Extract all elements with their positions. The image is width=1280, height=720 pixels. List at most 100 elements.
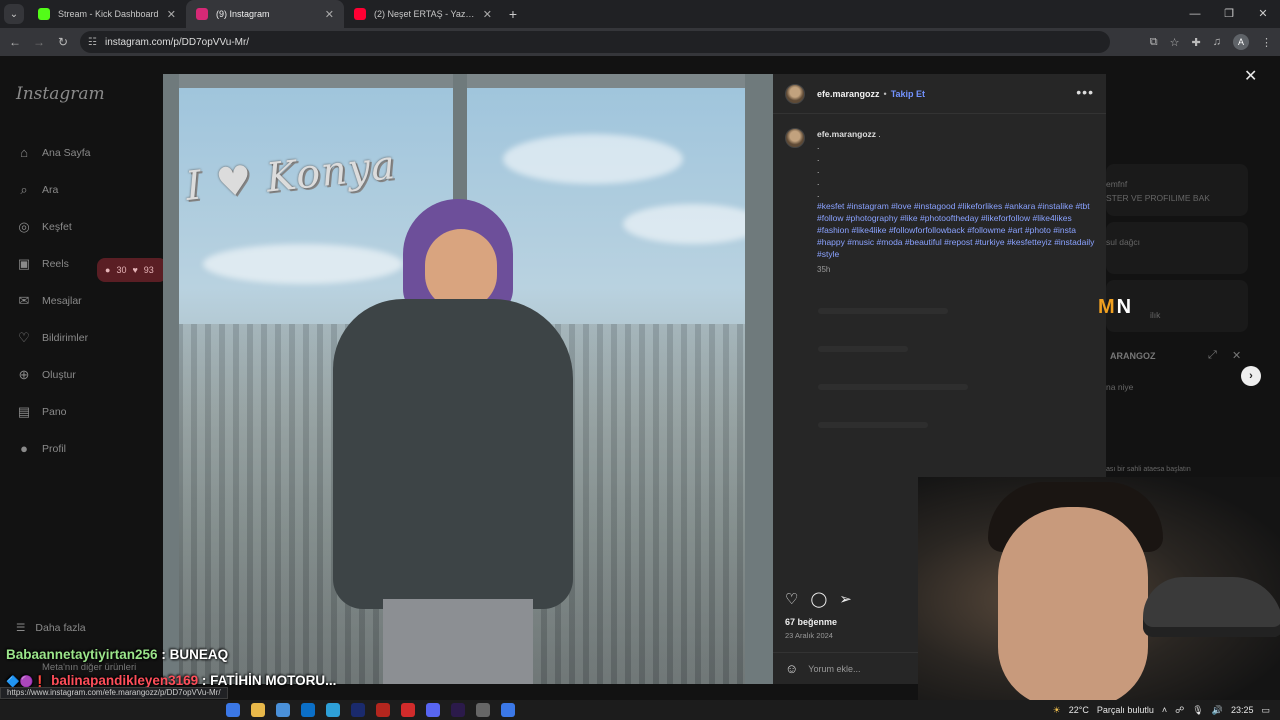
- install-app-icon[interactable]: ⧉: [1150, 36, 1158, 49]
- sidebar-item-messenger[interactable]: ✉ Mesajlar: [16, 282, 90, 319]
- close-tab-icon[interactable]: ✕: [483, 8, 492, 21]
- menu-dots-icon[interactable]: ⋮: [1261, 36, 1272, 49]
- screen: ⌄ Stream - Kick Dashboard ✕ (9) Instagra…: [0, 0, 1280, 720]
- avatar[interactable]: [785, 83, 805, 104]
- file-explorer-icon[interactable]: [251, 703, 265, 717]
- tab-kick-dashboard[interactable]: Stream - Kick Dashboard ✕: [28, 0, 186, 28]
- sidebar-item-reels[interactable]: ▣ Reels: [16, 245, 90, 282]
- sidebar-item-dashboard[interactable]: ▤ Pano: [16, 393, 90, 430]
- edge-icon[interactable]: [326, 703, 340, 717]
- close-window-icon[interactable]: ✕: [1246, 0, 1280, 28]
- heart-icon: ♥: [132, 265, 138, 275]
- site-info-icon[interactable]: ☷: [88, 37, 97, 48]
- network-icon[interactable]: ☍: [1175, 705, 1184, 716]
- sidebar-item-search[interactable]: ⌕ Ara: [16, 171, 90, 208]
- like-count: 93: [143, 265, 154, 275]
- like-heart-icon[interactable]: ♡: [785, 590, 798, 608]
- post-actions: ♡ ◯ ➢: [785, 590, 852, 608]
- sidebar-item-home[interactable]: ⌂ Ana Sayfa: [16, 134, 90, 171]
- close-tab-icon[interactable]: ✕: [325, 8, 334, 21]
- reload-icon[interactable]: ↻: [51, 35, 75, 49]
- instagram-favicon-icon: [196, 8, 208, 20]
- close-popup-icon[interactable]: ✕: [1232, 349, 1241, 362]
- profile-icon: ●: [20, 441, 28, 456]
- tab-instagram[interactable]: (9) Instagram ✕: [186, 0, 344, 28]
- illustrator-icon[interactable]: [376, 703, 390, 717]
- weather-desc[interactable]: Parçalı bulutlu: [1097, 705, 1154, 715]
- new-tab-button[interactable]: +: [502, 6, 524, 22]
- clock-time[interactable]: 23:25: [1231, 705, 1254, 715]
- heart-icon: ♡: [18, 329, 30, 345]
- more-options-icon[interactable]: •••: [1076, 84, 1094, 100]
- window-frame: [163, 74, 179, 684]
- post-photo[interactable]: I ♥ Konya: [163, 74, 773, 684]
- kick-favicon-icon: [38, 8, 50, 20]
- weather-icon[interactable]: ☀: [1053, 705, 1061, 716]
- share-send-icon[interactable]: ➢: [839, 590, 852, 608]
- tray-overflow-icon[interactable]: ˄: [1162, 705, 1167, 715]
- sidebar-item-label: Ana Sayfa: [42, 146, 91, 159]
- chrome-window-icon[interactable]: [501, 703, 515, 717]
- forward-arrow-icon[interactable]: →: [27, 35, 51, 49]
- sidebar-item-heart[interactable]: ♡ Bildirimler: [16, 319, 90, 356]
- follow-button[interactable]: Takip Et: [891, 89, 925, 99]
- window-controls: — ❐ ✕: [1178, 0, 1280, 28]
- like-count[interactable]: 67 beğenme: [785, 617, 837, 627]
- next-post-arrow-icon[interactable]: ›: [1241, 366, 1261, 386]
- tab-search-button[interactable]: ⌄: [4, 4, 24, 24]
- sidebar-item-label: Oluştur: [42, 368, 76, 381]
- expand-icon[interactable]: ⤢: [1208, 349, 1217, 362]
- taskbar-apps: [226, 703, 515, 717]
- caption-hashtags[interactable]: #kesfet #instagram #love #instagood #lik…: [817, 200, 1095, 260]
- outlook-icon[interactable]: [301, 703, 315, 717]
- address-bar[interactable]: ☷ instagram.com/p/DD7opVVu-Mr/: [80, 31, 1110, 53]
- back-arrow-icon[interactable]: ←: [3, 35, 27, 49]
- caption-username[interactable]: efe.marangozz: [817, 129, 876, 139]
- close-modal-icon[interactable]: ✕: [1244, 66, 1257, 86]
- chat-separator: :: [157, 647, 170, 662]
- post-username[interactable]: efe.marangozz: [817, 89, 880, 99]
- chat-username: Babaannetaytiyirtan256: [6, 647, 158, 662]
- avatar[interactable]: [785, 128, 805, 148]
- streamer-face: [998, 507, 1148, 700]
- chat-text: emfnf: [1106, 179, 1128, 189]
- premiere-icon[interactable]: [451, 703, 465, 717]
- restore-icon[interactable]: ❐: [1212, 0, 1246, 28]
- bookmark-star-icon[interactable]: ☆: [1170, 36, 1180, 49]
- photoshop-icon[interactable]: [351, 703, 365, 717]
- chat-text: sul dağcı: [1106, 237, 1141, 247]
- profile-avatar[interactable]: A: [1233, 34, 1249, 50]
- system-tray: ☀ 22°C Parçalı bulutlu ˄ ☍ 🎙 🔊 23:25 ▭: [1053, 700, 1270, 720]
- more-menu-item[interactable]: ☰ Daha fazla: [16, 622, 86, 634]
- cloud: [623, 204, 763, 244]
- chat-separator: :: [198, 673, 211, 688]
- sidebar-item-label: Keşfet: [42, 220, 72, 233]
- instagram-logo[interactable]: Instagram: [16, 84, 105, 104]
- caption-dot: .: [817, 153, 820, 163]
- notification-icon[interactable]: ▭: [1261, 705, 1270, 716]
- calculator-icon[interactable]: [276, 703, 290, 717]
- comment-bubble-icon[interactable]: ◯: [810, 590, 827, 608]
- chevron-down-icon: ⌄: [9, 8, 19, 20]
- chrome-app-icon[interactable]: [226, 703, 240, 717]
- obs-icon[interactable]: [476, 703, 490, 717]
- extensions-icon[interactable]: ✚: [1192, 36, 1201, 49]
- background-car: [1143, 577, 1280, 637]
- sidebar-item-profile[interactable]: ● Profil: [16, 430, 90, 467]
- media-control-icon[interactable]: ♫: [1213, 36, 1221, 48]
- browser-tab-strip: ⌄ Stream - Kick Dashboard ✕ (9) Instagra…: [0, 0, 1280, 28]
- microphone-icon[interactable]: 🎙: [1192, 705, 1203, 716]
- face: [425, 229, 497, 309]
- caption-dot: .: [817, 177, 820, 187]
- discord-icon[interactable]: [426, 703, 440, 717]
- sidebar-item-label: Pano: [42, 405, 67, 418]
- minimize-icon[interactable]: —: [1178, 0, 1212, 28]
- close-tab-icon[interactable]: ✕: [167, 8, 176, 21]
- sidebar-item-compass[interactable]: ◎ Keşfet: [16, 208, 90, 245]
- sidebar-item-plus[interactable]: ⊕ Oluştur: [16, 356, 90, 393]
- weather-temp[interactable]: 22°C: [1069, 705, 1089, 715]
- media-app-icon[interactable]: [401, 703, 415, 717]
- tab-youtube[interactable]: (2) Neşet ERTAŞ - Yazımı Kışa Ç ✕: [344, 0, 502, 28]
- emoji-icon[interactable]: ☺: [785, 661, 798, 676]
- volume-icon[interactable]: 🔊: [1212, 705, 1223, 716]
